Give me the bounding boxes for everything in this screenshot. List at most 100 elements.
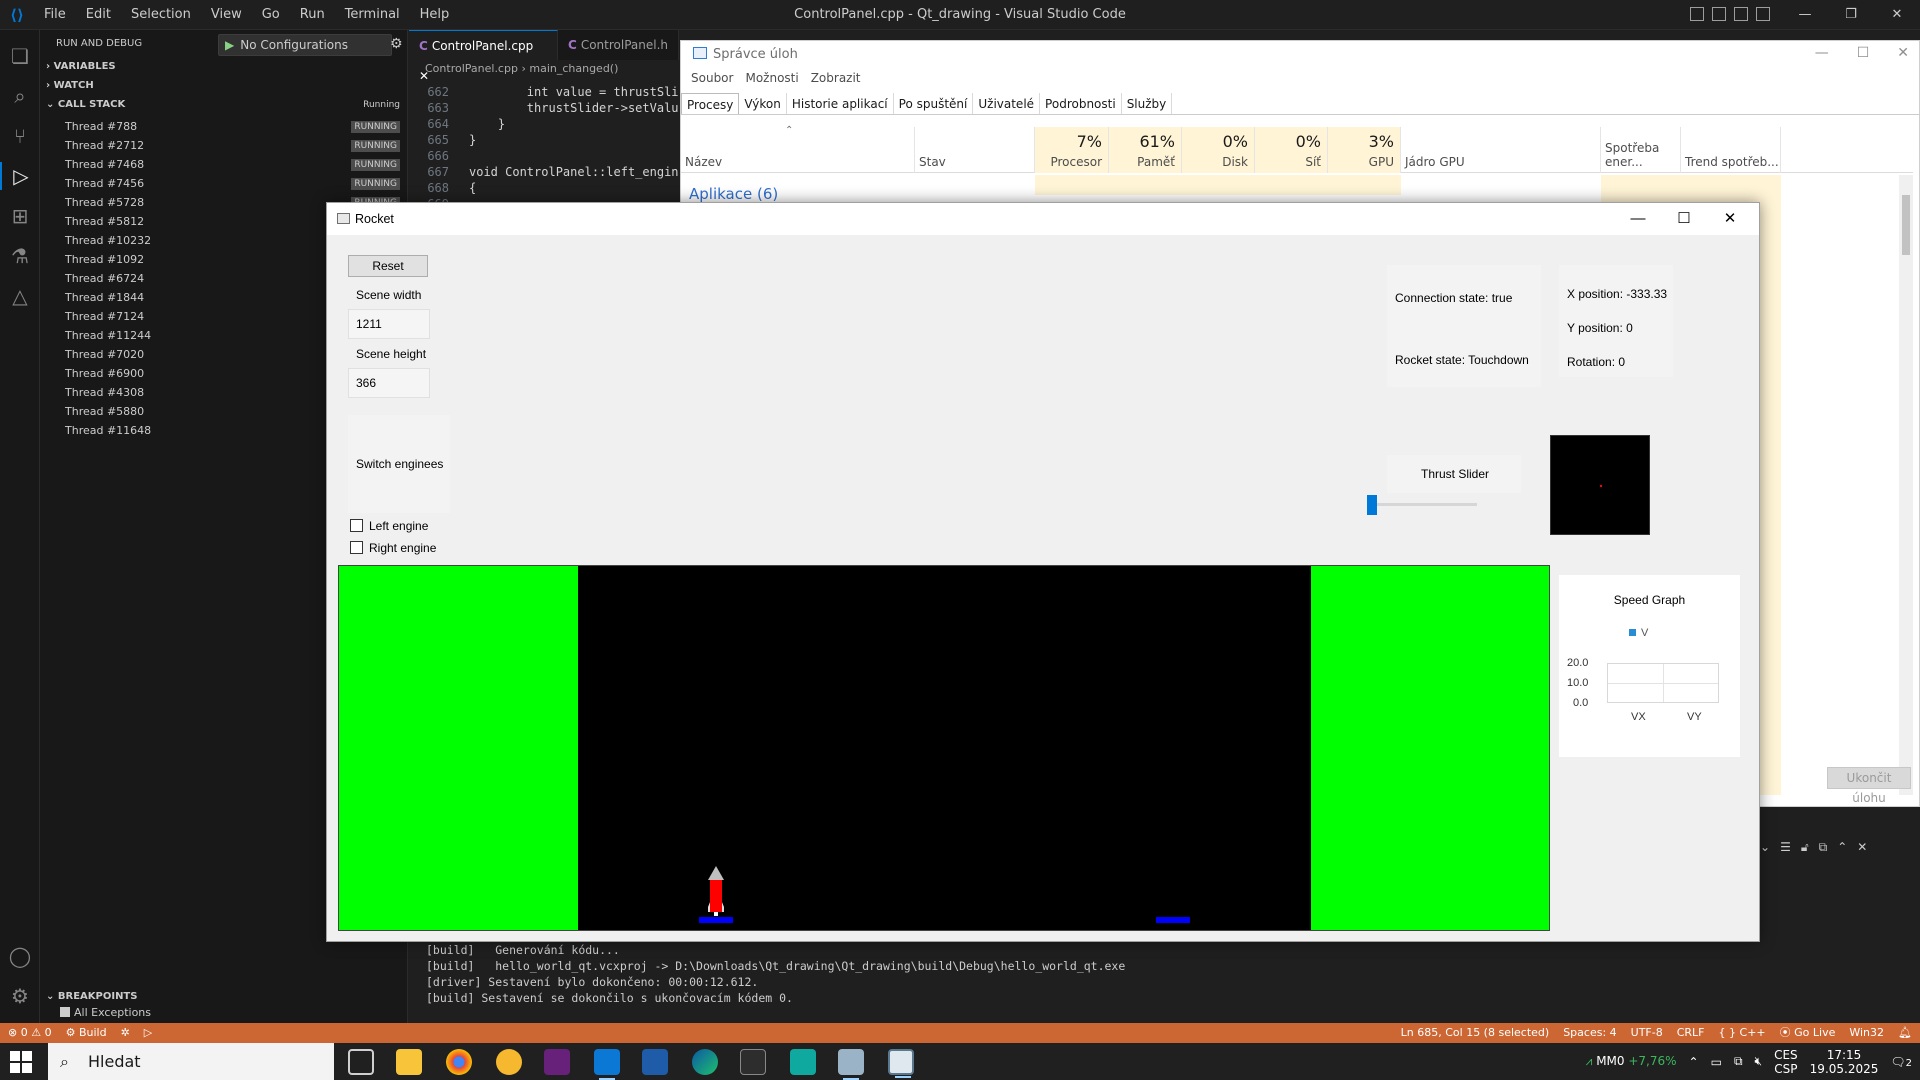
toggle-secondary-sidebar-icon[interactable] [1734,7,1748,21]
rocket-app-icon[interactable] [888,1049,914,1078]
task-manager-scrollbar[interactable] [1899,175,1913,795]
breadcrumb-file[interactable]: ControlPanel.cpp [425,62,518,75]
panel-clear-icon[interactable]: ⧉ [1819,836,1828,858]
thread-row[interactable]: Thread #7468 RUNNING [40,156,408,174]
scene-width-input[interactable]: 1211 [348,309,430,339]
checkbox-box[interactable] [350,519,363,532]
close-icon[interactable]: ✕ [1897,45,1909,61]
close-icon[interactable]: ✕ [1874,0,1920,30]
tab-uzivatele[interactable]: Uživatelé [973,93,1041,114]
section-variables[interactable]: › VARIABLES [40,58,408,76]
restore-icon[interactable]: ❐ [1828,0,1874,30]
close-icon[interactable]: ✕ [1707,203,1753,235]
task-view-icon[interactable] [348,1049,374,1075]
breakpoint-checkbox[interactable] [60,1007,70,1017]
breakpoint-all-exceptions[interactable]: All Exceptions [60,1006,151,1019]
manage-gear-icon[interactable]: ⚙ [6,982,34,1010]
display-icon[interactable]: ⧉ [1734,1054,1743,1069]
panel-list-icon[interactable]: ☰ [1780,836,1791,858]
panel-dropdown-icon[interactable]: ⌄ [1760,836,1770,858]
testing-icon[interactable]: ⚗ [6,242,34,270]
tab-sluzby[interactable]: Služby [1122,93,1173,114]
cursor-position[interactable]: Ln 685, Col 15 (8 selected) [1401,1023,1550,1043]
app-teal-icon[interactable] [790,1049,816,1075]
go-live[interactable]: ⦿ Go Live [1780,1023,1836,1043]
col-disk[interactable]: 0% Disk [1182,127,1255,173]
menu-soubor[interactable]: Soubor [687,71,737,85]
reset-button[interactable]: Reset [348,255,428,277]
app-grid-icon[interactable] [642,1049,668,1075]
col-procesor[interactable]: 7% Procesor [1035,127,1109,173]
col-trend[interactable]: Trend spotřeb... [1681,127,1781,173]
platform[interactable]: Win32 [1849,1023,1884,1043]
code-line[interactable]: 663 thrustSlider->setValue(va [409,100,679,116]
col-nazev[interactable]: Název [681,127,915,173]
panel-lock-icon[interactable]: 🔓︎ [1801,836,1809,858]
indentation[interactable]: Spaces: 4 [1563,1023,1616,1043]
cmake-icon[interactable]: △ [6,282,34,310]
vscode-icon[interactable] [594,1049,620,1080]
section-breakpoints[interactable]: ⌄ BREAKPOINTS [40,988,408,1006]
code-line[interactable]: 662 int value = thrustSlider- [409,84,679,100]
breadcrumb-symbol[interactable]: main_changed() [529,62,618,75]
maximize-icon[interactable]: ☐ [1857,45,1870,61]
menu-zobrazit[interactable]: Zobrazit [807,71,865,85]
section-call-stack[interactable]: ⌄ CALL STACK Running [40,96,408,114]
run-debug-icon[interactable]: ▷ [0,162,40,190]
code-line[interactable]: 664 } [409,116,679,132]
tab-procesy[interactable]: Procesy [681,93,740,114]
start-windows-icon[interactable] [10,1051,32,1073]
search-icon[interactable]: ⌕ [6,82,34,110]
minimize-icon[interactable]: — [1782,0,1828,30]
extensions-icon[interactable]: ⊞ [6,202,34,230]
chrome-icon[interactable] [446,1049,472,1075]
notifications-bell-icon[interactable]: 🔔︎ [1898,1023,1912,1043]
launch-icon[interactable]: ▷ [144,1023,152,1043]
problems-status[interactable]: ⊗ 0 ⚠ 0 [8,1023,52,1043]
start-debugging-icon[interactable]: ▶ [225,38,234,52]
right-engine-checkbox[interactable]: Right engine [350,541,436,555]
clock[interactable]: 17:15 19.05.2025 [1810,1048,1879,1076]
tray-chevron-icon[interactable]: ⌃ [1689,1055,1699,1069]
tab-controlpanel-cpp[interactable]: C ControlPanel.cpp ✕ [409,30,559,83]
panel-maximize-icon[interactable]: ⌃ [1837,836,1847,858]
terminal-icon[interactable] [740,1049,766,1075]
tab-po-spusteni[interactable]: Po spuštění [894,93,974,114]
language-mode[interactable]: { } C++ [1719,1023,1766,1043]
thrust-slider-track[interactable] [1372,503,1477,506]
explorer-icon[interactable]: ❏ [6,42,34,70]
debug-bug-icon[interactable]: ✲ [121,1023,130,1043]
end-of-line[interactable]: CRLF [1677,1023,1705,1043]
thrust-slider-handle[interactable] [1367,495,1377,515]
col-spotreba[interactable]: Spotřeba ener... [1601,127,1681,173]
panel-close-icon[interactable]: ✕ [1857,836,1867,858]
build-status[interactable]: ⚙ Build [66,1023,107,1043]
network-icon[interactable]: ▭ [1711,1055,1722,1069]
maximize-icon[interactable]: ☐ [1661,203,1707,235]
menu-edit[interactable]: Edit [76,0,121,30]
menu-help[interactable]: Help [410,0,460,30]
tab-historie[interactable]: Historie aplikací [787,93,894,114]
tab-controlpanel-h[interactable]: C ControlPanel.h [558,30,679,60]
toggle-panel-icon[interactable] [1712,7,1726,21]
encoding[interactable]: UTF-8 [1631,1023,1663,1043]
thread-row[interactable]: Thread #788 RUNNING [40,118,408,136]
menu-run[interactable]: Run [290,0,335,30]
code-line[interactable]: 668 { [409,180,679,196]
customize-layout-icon[interactable] [1756,7,1770,21]
left-engine-checkbox[interactable]: Left engine [350,519,428,533]
toggle-sidebar-icon[interactable] [1690,7,1704,21]
notification-center[interactable]: 🗨︎2 [1890,1055,1912,1069]
visual-studio-icon[interactable] [544,1049,570,1075]
thread-row[interactable]: Thread #2712 RUNNING [40,137,408,155]
minimize-icon[interactable]: — [1615,203,1661,235]
menu-terminal[interactable]: Terminal [335,0,410,30]
menu-go[interactable]: Go [252,0,290,30]
tab-podrobnosti[interactable]: Podrobnosti [1040,93,1122,114]
thread-row[interactable]: Thread #7456 RUNNING [40,175,408,193]
source-control-icon[interactable]: ⑂ [6,122,34,150]
scene-height-input[interactable]: 366 [348,368,430,398]
col-jadro-gpu[interactable]: Jádro GPU [1401,127,1601,173]
checkbox-box[interactable] [350,541,363,554]
tab-vykon[interactable]: Výkon [739,93,787,114]
